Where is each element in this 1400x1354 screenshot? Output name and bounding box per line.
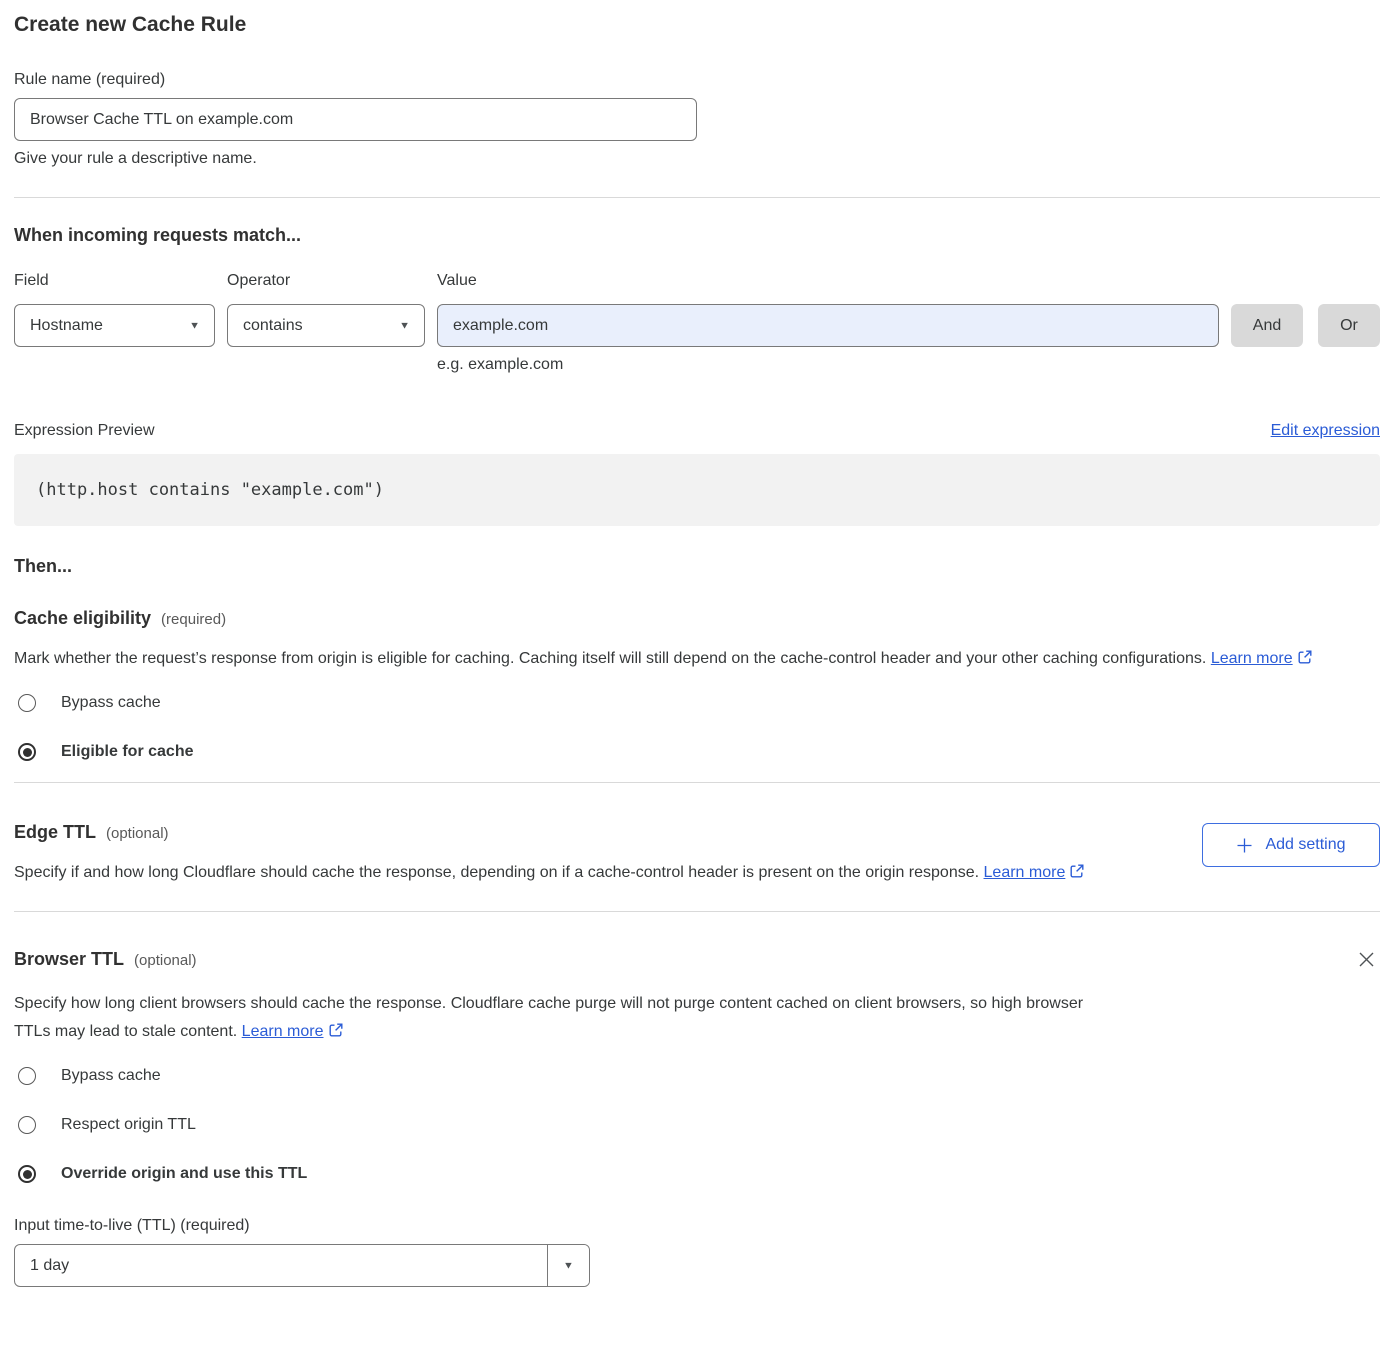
edge-ttl-qualifier: (optional) xyxy=(106,825,169,842)
edge-ttl-section: Edge TTL (optional) Specify if and how l… xyxy=(14,821,1380,887)
radio-bypass-cache[interactable]: Bypass cache xyxy=(14,694,1380,712)
radio-browser-bypass-cache[interactable]: Bypass cache xyxy=(14,1067,1380,1085)
operator-select[interactable]: contains ▼ xyxy=(227,304,425,347)
expression-preview-row: Expression Preview Edit expression xyxy=(14,421,1380,440)
value-input[interactable] xyxy=(437,304,1219,347)
learn-more-link[interactable]: Learn more xyxy=(242,1023,324,1040)
field-select[interactable]: Hostname ▼ xyxy=(14,304,215,347)
divider xyxy=(14,911,1380,912)
and-button[interactable]: And xyxy=(1231,304,1303,347)
rule-name-help: Give your rule a descriptive name. xyxy=(14,149,1380,168)
close-icon xyxy=(1357,950,1376,969)
radio-respect-origin-ttl[interactable]: Respect origin TTL xyxy=(14,1116,1380,1134)
radio-icon xyxy=(18,1116,36,1134)
ttl-select-value: 1 day xyxy=(15,1245,547,1286)
operator-select-value: contains xyxy=(243,317,303,335)
radio-override-origin-ttl[interactable]: Override origin and use this TTL xyxy=(14,1165,1380,1183)
rule-name-input[interactable] xyxy=(14,98,697,141)
chevron-down-icon: ▼ xyxy=(399,320,410,331)
edge-ttl-title: Edge TTL xyxy=(14,821,96,843)
expression-code: (http.host contains "example.com") xyxy=(36,480,384,500)
plus-icon xyxy=(1236,837,1253,854)
cache-eligibility-heading: Cache eligibility (required) xyxy=(14,607,1380,629)
match-row: Hostname ▼ contains ▼ And Or xyxy=(14,304,1380,347)
operator-label: Operator xyxy=(227,271,437,290)
learn-more-link[interactable]: Learn more xyxy=(984,864,1066,881)
divider xyxy=(14,197,1380,198)
create-cache-rule-form: Create new Cache Rule Rule name (require… xyxy=(0,0,1400,1287)
close-button[interactable] xyxy=(1355,948,1378,974)
browser-ttl-heading: Browser TTL (optional) xyxy=(14,948,197,970)
cache-eligibility-description: Mark whether the request’s response from… xyxy=(14,645,1348,673)
ttl-input-label: Input time-to-live (TTL) (required) xyxy=(14,1216,1380,1235)
match-heading: When incoming requests match... xyxy=(14,224,1380,246)
radio-selected-icon xyxy=(18,1165,36,1183)
ttl-select-chevron-box[interactable]: ▼ xyxy=(547,1245,589,1286)
browser-ttl-qualifier: (optional) xyxy=(134,952,197,969)
radio-icon xyxy=(18,694,36,712)
cache-eligibility-qualifier: (required) xyxy=(161,611,226,628)
browser-ttl-description: Specify how long client browsers should … xyxy=(14,990,1089,1046)
chevron-down-icon: ▼ xyxy=(189,320,200,331)
cache-eligibility-title: Cache eligibility xyxy=(14,607,151,629)
expression-code-block: (http.host contains "example.com") xyxy=(14,454,1380,526)
field-label: Field xyxy=(14,271,227,290)
edge-ttl-heading: Edge TTL (optional) xyxy=(14,821,1085,843)
value-label: Value xyxy=(437,271,477,290)
add-setting-button[interactable]: Add setting xyxy=(1202,823,1380,867)
external-link-icon xyxy=(1069,863,1085,879)
external-link-icon xyxy=(328,1022,344,1038)
radio-selected-icon xyxy=(18,743,36,761)
browser-ttl-header: Browser TTL (optional) xyxy=(14,948,1380,974)
or-button[interactable]: Or xyxy=(1318,304,1380,347)
radio-icon xyxy=(18,1067,36,1085)
divider xyxy=(14,782,1380,783)
edge-ttl-description: Specify if and how long Cloudflare shoul… xyxy=(14,859,1085,887)
chevron-down-icon: ▼ xyxy=(563,1260,574,1271)
radio-eligible-for-cache[interactable]: Eligible for cache xyxy=(14,743,1380,761)
ttl-select[interactable]: 1 day ▼ xyxy=(14,1244,590,1287)
value-help: e.g. example.com xyxy=(437,355,1380,374)
field-select-value: Hostname xyxy=(30,317,103,335)
match-column-labels: Field Operator Value xyxy=(14,271,1380,290)
rule-name-label: Rule name (required) xyxy=(14,70,1380,89)
edit-expression-link[interactable]: Edit expression xyxy=(1271,422,1380,440)
page-title: Create new Cache Rule xyxy=(14,12,1380,38)
browser-ttl-title: Browser TTL xyxy=(14,948,124,970)
learn-more-link[interactable]: Learn more xyxy=(1211,650,1293,667)
expression-preview-label: Expression Preview xyxy=(14,421,155,440)
then-heading: Then... xyxy=(14,555,1380,577)
external-link-icon xyxy=(1297,649,1313,665)
